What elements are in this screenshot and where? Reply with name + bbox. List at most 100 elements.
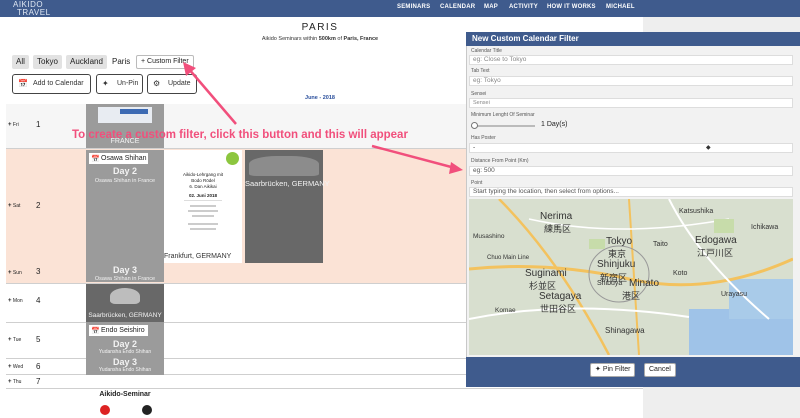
nav-map[interactable]: MAP bbox=[484, 4, 498, 10]
pin-filter-button[interactable]: ✦ Pin Filter bbox=[590, 363, 636, 377]
field-label: Calendar Title bbox=[471, 48, 502, 54]
map-label: Suginami bbox=[525, 268, 567, 279]
field-label: Sensei bbox=[471, 91, 487, 97]
day-label[interactable]: + Tue bbox=[8, 337, 21, 343]
calendar-icon: 📅 bbox=[18, 79, 28, 88]
day-label[interactable]: + Sun bbox=[8, 270, 22, 276]
tutorial-annotation: To create a custom filter, click this bu… bbox=[72, 129, 408, 141]
pin-icon: ✦ bbox=[595, 366, 601, 373]
page-title: PARIS bbox=[301, 22, 339, 33]
logo-line2: TRAVEL bbox=[17, 8, 51, 17]
field-label: Distance From Point (Km) bbox=[471, 158, 529, 164]
photo-silhouette bbox=[110, 288, 140, 304]
poster-details bbox=[184, 200, 222, 240]
add-to-calendar-label: Add to Calendar bbox=[33, 80, 84, 87]
seminar-card-saarbruecken-photo[interactable]: Saarbrücken, GERMANY bbox=[86, 284, 164, 322]
tab-tokyo[interactable]: Tokyo bbox=[33, 55, 62, 69]
field-label: Point bbox=[471, 180, 483, 186]
select-arrows-icon: ◆ bbox=[706, 145, 711, 151]
nav-seminars[interactable]: SEMINARS bbox=[397, 4, 430, 10]
map-label: Taito bbox=[653, 241, 668, 248]
map-label: Koto bbox=[673, 270, 688, 277]
map-label: Musashino bbox=[473, 233, 505, 240]
map-label: Urayasu bbox=[721, 291, 748, 298]
field-label: Tab Text bbox=[471, 68, 490, 74]
site-logo[interactable]: AIKIDO TRAVEL bbox=[13, 1, 51, 17]
distance-input[interactable]: eg: 500 bbox=[469, 166, 793, 176]
calendar-icon: 📅 bbox=[91, 328, 100, 335]
seminar-name-badge: 📅 Osawa Shihan bbox=[89, 153, 148, 164]
gear-icon: ⚙ bbox=[153, 79, 161, 88]
cancel-button[interactable]: Cancel bbox=[644, 363, 676, 377]
unpin-label: Un-Pin bbox=[117, 80, 139, 87]
update-button[interactable]: ⚙ Update bbox=[147, 74, 197, 94]
page-subtitle: Aikido Seminars within 500km of Paris, F… bbox=[210, 36, 430, 42]
map-label: Edogawa bbox=[695, 235, 737, 246]
day-label[interactable]: + Mon bbox=[8, 298, 23, 304]
calendar-title-input[interactable]: eg: Close to Tokyo bbox=[469, 55, 793, 65]
seminar-card-frankfurt[interactable]: Aikido-Lehrgang mit Bodo Rödel 6. Dan Ai… bbox=[164, 150, 242, 263]
map-label: Setagaya bbox=[539, 291, 582, 302]
card-location: Frankfurt, GERMANY bbox=[164, 253, 232, 260]
card-location: Saarbrücken, GERMANY bbox=[245, 179, 330, 188]
calendar-icon: 📅 bbox=[91, 156, 100, 163]
tab-paris[interactable]: Paris bbox=[108, 55, 135, 69]
custom-filter-button[interactable]: + Custom Filter bbox=[136, 55, 194, 69]
map-label: Ichikawa bbox=[751, 224, 779, 231]
day-indicator: Day 3 bbox=[112, 357, 138, 367]
seminar-name: Osawa Shihan bbox=[101, 155, 147, 162]
seminar-name-badge: 📅 Endo Seishiro bbox=[89, 325, 148, 336]
day-label[interactable]: + Fri bbox=[8, 122, 19, 128]
update-label: Update bbox=[168, 80, 191, 87]
day-number: 3 bbox=[36, 267, 41, 276]
add-to-calendar-button[interactable]: 📅 Add to Calendar bbox=[12, 74, 91, 94]
seminar-card-france[interactable]: FRANCE bbox=[86, 104, 164, 148]
subtitle-place: Paris, France bbox=[343, 36, 379, 42]
field-label: Minimum Lenght Of Seminar bbox=[471, 112, 535, 118]
point-location-input[interactable]: Start typing the location, then select f… bbox=[469, 187, 793, 197]
location-map[interactable]: Nerima 練馬区 Tokyo 東京 Shinjuku 新宿区 Suginam… bbox=[469, 199, 793, 355]
map-label: Komae bbox=[495, 307, 516, 314]
nav-activity[interactable]: ACTIVITY bbox=[509, 4, 538, 10]
map-label: Shinagawa bbox=[605, 326, 645, 335]
nav-how-it-works[interactable]: HOW IT WORKS bbox=[547, 4, 596, 10]
has-poster-select[interactable]: - ◆ bbox=[469, 143, 793, 153]
sensei-input[interactable]: Sensei bbox=[469, 98, 793, 108]
map-label: Chuo Main Line bbox=[487, 255, 530, 261]
map-label: Nerima bbox=[540, 211, 573, 222]
day-label[interactable]: + Sat bbox=[8, 203, 20, 209]
seminar-poster-image bbox=[98, 107, 152, 123]
map-label: 港区 bbox=[622, 291, 641, 301]
map-label: 練馬区 bbox=[544, 224, 572, 234]
poster-logo-red bbox=[100, 405, 110, 415]
map-label: Shibuya bbox=[597, 280, 623, 287]
day-label[interactable]: + Wed bbox=[8, 364, 23, 370]
seminar-card-bottom[interactable]: Aikido-Seminar bbox=[86, 389, 164, 418]
nav-user-michael[interactable]: MICHAEL bbox=[606, 4, 635, 10]
min-length-slider-handle[interactable] bbox=[471, 122, 478, 129]
poster-title: Aikido-Seminar bbox=[99, 391, 151, 398]
seminar-card-endo[interactable]: 📅 Endo Seishiro Day 2 Yudansha Endo Shih… bbox=[86, 322, 164, 375]
poster-badge bbox=[226, 152, 239, 165]
seminar-subtitle: Osawa Shihan in France bbox=[94, 178, 156, 184]
app-root: AIKIDO TRAVEL SEMINARS CALENDAR MAP ACTI… bbox=[0, 0, 800, 418]
seminar-subtitle: Osawa Shihan in France bbox=[94, 276, 156, 282]
photo-silhouette bbox=[249, 156, 319, 176]
map-label: Tokyo bbox=[606, 236, 633, 247]
map-label: Minato bbox=[629, 278, 660, 289]
tab-text-input[interactable]: eg: Tokyo bbox=[469, 76, 793, 86]
seminar-card-osawa[interactable]: 📅 Osawa Shihan Day 2 Osawa Shihan in Fra… bbox=[86, 150, 164, 282]
nav-calendar[interactable]: CALENDAR bbox=[440, 4, 475, 10]
day-number: 1 bbox=[36, 120, 41, 129]
day-label[interactable]: + Thu bbox=[8, 379, 21, 385]
seminar-card-saarbruecken[interactable]: Saarbrücken, GERMANY bbox=[245, 150, 330, 263]
day-number: 4 bbox=[36, 296, 41, 305]
tab-all[interactable]: All bbox=[12, 55, 29, 69]
poster-line: 6. Dan Aikikai bbox=[189, 184, 217, 189]
unpin-button[interactable]: ✦ Un-Pin bbox=[96, 74, 143, 94]
subtitle-distance: 500km bbox=[318, 36, 336, 42]
min-length-slider-track[interactable] bbox=[471, 125, 535, 127]
poster-text: Aikido-Lehrgang mit Bodo Rödel 6. Dan Ai… bbox=[164, 172, 242, 199]
card-location: Saarbrücken, GERMANY bbox=[88, 312, 162, 319]
tab-auckland[interactable]: Auckland bbox=[66, 55, 107, 69]
